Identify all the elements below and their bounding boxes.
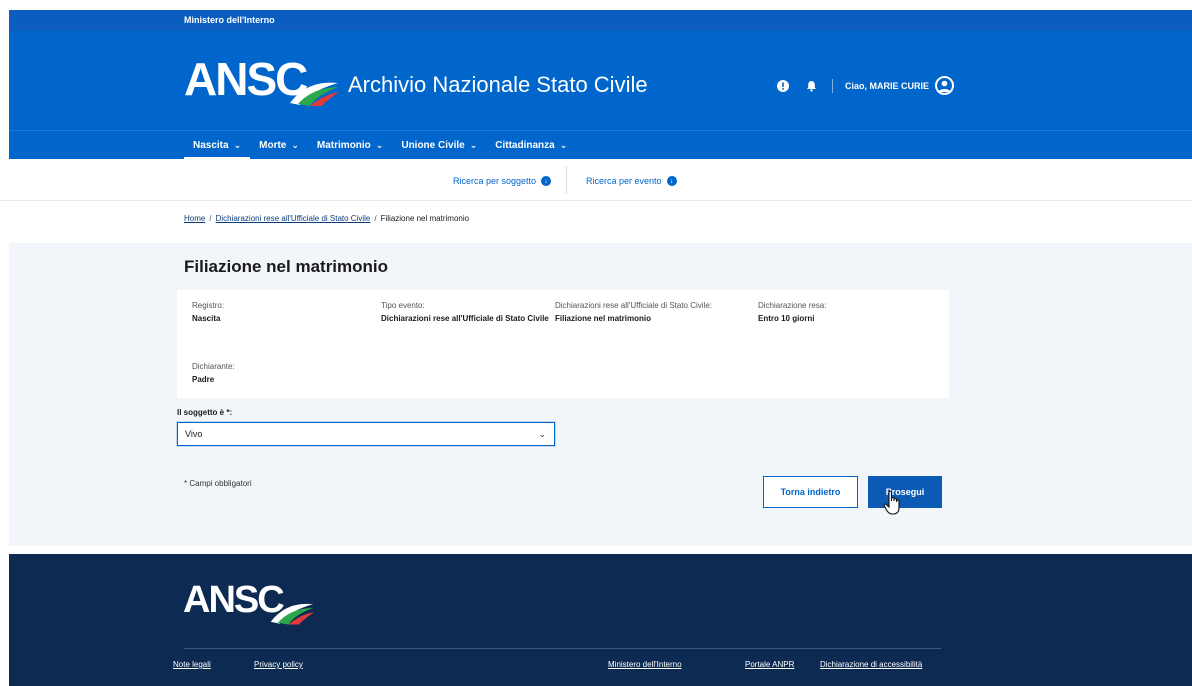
footer-anpr-link[interactable]: Portale ANPR: [745, 660, 794, 669]
hand-cursor-icon: [883, 490, 900, 515]
chevron-down-icon: ⌄: [538, 429, 546, 439]
header: ANSC Archivio Nazionale Stato Civile Cia…: [9, 31, 1192, 130]
ministry-bar: Ministero dell'Interno: [9, 10, 1192, 31]
continue-button[interactable]: Prosegui: [868, 476, 942, 508]
nav-morte[interactable]: Morte ⌄: [250, 131, 308, 160]
ansc-logo[interactable]: ANSC: [184, 55, 339, 106]
search-by-subject-link[interactable]: Ricerca per soggetto ↓: [453, 176, 552, 186]
breadcrumb-home[interactable]: Home: [184, 214, 205, 223]
header-separator: [832, 78, 833, 93]
main-nav: Nascita ⌄ Morte ⌄ Matrimonio ⌄ Unione Civil…: [9, 130, 1192, 160]
chevron-down-icon: ⌄: [469, 140, 478, 150]
alert-icon[interactable]: [776, 79, 790, 93]
select-value: Vivo: [185, 429, 203, 439]
footer-ministry-link[interactable]: Ministero dell'Interno: [608, 660, 682, 669]
chevron-down-icon: ⌄: [559, 140, 568, 150]
page-title: Filiazione nel matrimonio: [184, 257, 389, 276]
breadcrumb-section[interactable]: Dichiarazioni rese all'Ufficiale di Stat…: [216, 214, 371, 223]
bell-icon[interactable]: [804, 79, 818, 93]
chevron-down-icon: ⌄: [291, 140, 299, 150]
arrow-down-circle-icon: ↓: [666, 176, 677, 186]
breadcrumb-current: Filiazione nel matrimonio: [380, 214, 470, 223]
ministry-label: Ministero dell'Interno: [184, 15, 275, 25]
dichiarazioni-field: Dichiarazioni rese all'Ufficiale di Stat…: [555, 301, 712, 323]
footer-divider: [184, 648, 941, 649]
footer-privacy-link[interactable]: Privacy policy: [254, 660, 303, 669]
required-fields-note: * Campi obbligatori: [184, 479, 252, 488]
breadcrumb-separator: /: [374, 214, 377, 223]
flag-swoosh-icon: [270, 603, 315, 625]
back-button[interactable]: Torna indietro: [763, 476, 858, 508]
chevron-down-icon: ⌄: [233, 140, 242, 150]
subnav-divider: [566, 166, 567, 194]
tipo-evento-field: Tipo evento: Dichiarazioni rese all'Uffi…: [381, 301, 549, 323]
arrow-down-circle-icon: ↓: [541, 176, 552, 186]
subject-status-select[interactable]: Vivo ⌄: [177, 422, 555, 446]
footer-legal-link[interactable]: Note legali: [173, 660, 211, 669]
summary-card: Registro: Nascita Tipo evento: Dichiaraz…: [177, 290, 949, 398]
subject-status-label: Il soggetto è *:: [177, 408, 233, 417]
footer-ansc-logo[interactable]: ANSC: [183, 579, 315, 625]
chevron-down-icon: ⌄: [375, 140, 384, 150]
breadcrumb: Home / Dichiarazioni rese all'Ufficiale di…: [184, 214, 469, 223]
nav-cittadinanza[interactable]: Cittadinanza ⌄: [486, 131, 576, 160]
nav-nascita[interactable]: Nascita ⌄: [184, 131, 251, 160]
dichiarazione-resa-field: Dichiarazione resa: Entro 10 giorni: [758, 301, 827, 323]
registro-field: Registro: Nascita: [192, 301, 225, 323]
header-actions: Ciao, MARIE CURIE: [776, 76, 955, 95]
search-by-event-link[interactable]: Ricerca per evento ↓: [586, 176, 677, 186]
user-avatar-icon[interactable]: [935, 76, 955, 95]
footer-logo-text: ANSC: [183, 579, 285, 621]
flag-swoosh-icon: [290, 82, 339, 106]
nav-matrimonio[interactable]: Matrimonio ⌄: [308, 131, 392, 160]
dichiarante-field: Dichiarante: Padre: [192, 362, 235, 384]
footer: ANSC Note legali Privacy policy Minister…: [9, 554, 1192, 686]
breadcrumb-separator: /: [209, 214, 212, 223]
app-title: Archivio Nazionale Stato Civile: [348, 72, 648, 97]
search-subnav: Ricerca per soggetto ↓ Ricerca per event…: [0, 159, 1192, 201]
nav-unione-civile[interactable]: Unione Civile ⌄: [392, 131, 486, 160]
main-content: Filiazione nel matrimonio Registro: Nasc…: [9, 243, 1192, 546]
footer-accessibility-link[interactable]: Dichiarazione di accessibilità: [820, 660, 922, 669]
user-greeting[interactable]: Ciao, MARIE CURIE: [845, 81, 929, 91]
